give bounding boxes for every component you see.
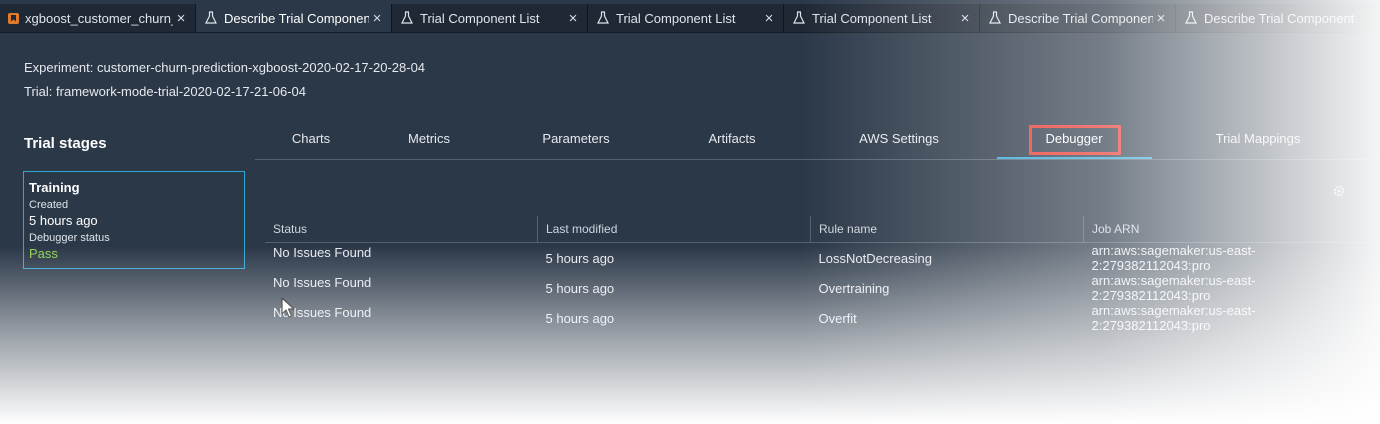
tab-artifacts[interactable]: Artifacts [709, 131, 756, 146]
flask-icon [205, 11, 217, 24]
tab-trial-component-list[interactable]: Trial Component List × [784, 4, 980, 32]
status-cell: No Issues Found [273, 305, 372, 320]
close-icon[interactable]: × [173, 10, 189, 27]
table-header-row: Status Last modified Rule name Job ARN [265, 216, 1380, 243]
last-modified-cell: 5 hours ago [545, 250, 615, 266]
flask-icon [989, 11, 1001, 24]
created-label: Created [29, 199, 69, 211]
mouse-pointer-icon [281, 297, 295, 318]
stage-card-training[interactable]: Training Created 5 hours ago Debugger st… [23, 171, 245, 269]
tab-parameters[interactable]: Parameters [542, 131, 609, 146]
tab-describe-trial-component[interactable]: Describe Trial Component × [980, 4, 1176, 32]
debugger-status-value: Pass [29, 246, 58, 261]
close-icon[interactable]: × [1153, 10, 1169, 27]
flask-icon [401, 11, 413, 24]
column-header-rule-name[interactable]: Rule name [810, 216, 1084, 243]
last-modified-cell: 5 hours ago [545, 310, 615, 326]
flask-icon [597, 11, 609, 24]
rule-name-cell: Overtraining [818, 280, 890, 296]
active-tab-indicator [997, 157, 1152, 159]
trial-stages-heading: Trial stages [24, 135, 107, 152]
tab-label: Trial Component List [812, 10, 932, 26]
describe-trial-component-window: xgboost_customer_churn_ × Describe Trial… [0, 0, 1380, 424]
rule-name-cell: LossNotDecreasing [818, 250, 932, 266]
detail-tabs: Charts Metrics Parameters Artifacts AWS … [255, 125, 1380, 160]
created-value: 5 hours ago [29, 213, 98, 228]
table-row[interactable]: No Issues Found 5 hours ago LossNotDecre… [265, 243, 1380, 273]
debugger-highlight-annotation [1029, 125, 1121, 155]
close-icon[interactable]: × [761, 10, 777, 27]
close-icon[interactable]: × [957, 10, 973, 27]
trial-name: Trial: framework-mode-trial-2020-02-17-2… [24, 84, 307, 99]
rule-name-cell: Overfit [818, 310, 857, 326]
tab-describe-trial-component[interactable]: Describe Trial Component [1176, 4, 1376, 32]
gear-icon[interactable] [1332, 184, 1346, 198]
column-header-job-arn[interactable]: Job ARN [1083, 216, 1380, 243]
tab-trial-component-list[interactable]: Trial Component List × [588, 4, 784, 32]
tab-trial-component-list[interactable]: Trial Component List × [392, 4, 588, 32]
job-arn-cell: arn:aws:sagemaker:us-east-2:279382112043… [1091, 273, 1256, 303]
debugger-status-label: Debugger status [29, 232, 110, 244]
column-header-status[interactable]: Status [265, 216, 538, 243]
column-header-last-modified[interactable]: Last modified [537, 216, 811, 243]
tab-label: Describe Trial Component [1204, 10, 1355, 26]
status-cell: No Issues Found [273, 245, 372, 260]
table-row[interactable]: No Issues Found 5 hours ago Overfit arn:… [265, 303, 1380, 333]
experiment-name: Experiment: customer-churn-prediction-xg… [24, 60, 426, 75]
job-arn-cell: arn:aws:sagemaker:us-east-2:279382112043… [1091, 243, 1256, 273]
notebook-bookmark-icon [8, 12, 19, 24]
last-modified-cell: 5 hours ago [545, 280, 615, 296]
flask-icon [1185, 11, 1197, 24]
close-icon[interactable]: × [565, 10, 581, 27]
tab-notebook[interactable]: xgboost_customer_churn_ × [0, 4, 196, 32]
stage-name: Training [29, 180, 80, 195]
table-row[interactable]: No Issues Found 5 hours ago Overtraining… [265, 273, 1380, 303]
job-arn-cell: arn:aws:sagemaker:us-east-2:279382112043… [1091, 303, 1256, 333]
debugger-rules-table: Status Last modified Rule name Job ARN N… [265, 216, 1380, 333]
tab-trial-mappings[interactable]: Trial Mappings [1216, 131, 1301, 146]
editor-tab-bar: xgboost_customer_churn_ × Describe Trial… [0, 4, 1380, 33]
tab-label: Trial Component List [616, 10, 736, 26]
tab-charts[interactable]: Charts [292, 131, 330, 146]
flask-icon [793, 11, 805, 24]
tab-label: Describe Trial Component [224, 10, 369, 26]
tab-label: Describe Trial Component [1008, 10, 1153, 26]
tab-label: Trial Component List [420, 10, 540, 26]
tab-aws-settings[interactable]: AWS Settings [859, 131, 939, 146]
tab-metrics[interactable]: Metrics [408, 131, 450, 146]
tab-label: xgboost_customer_churn_ [25, 10, 173, 26]
tab-describe-trial-component[interactable]: Describe Trial Component × [196, 4, 392, 32]
status-cell: No Issues Found [273, 275, 372, 290]
close-icon[interactable]: × [369, 10, 385, 27]
